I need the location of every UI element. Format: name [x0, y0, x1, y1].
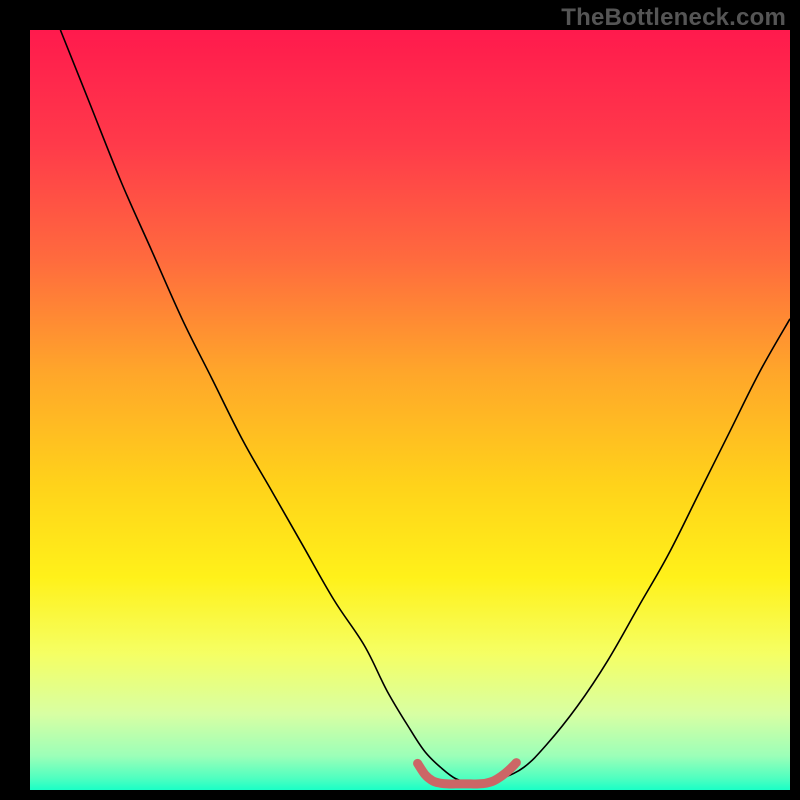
plot-background	[30, 30, 790, 790]
watermark-text: TheBottleneck.com	[561, 4, 786, 32]
chart-svg	[0, 0, 800, 800]
chart-canvas: TheBottleneck.com	[0, 0, 800, 800]
